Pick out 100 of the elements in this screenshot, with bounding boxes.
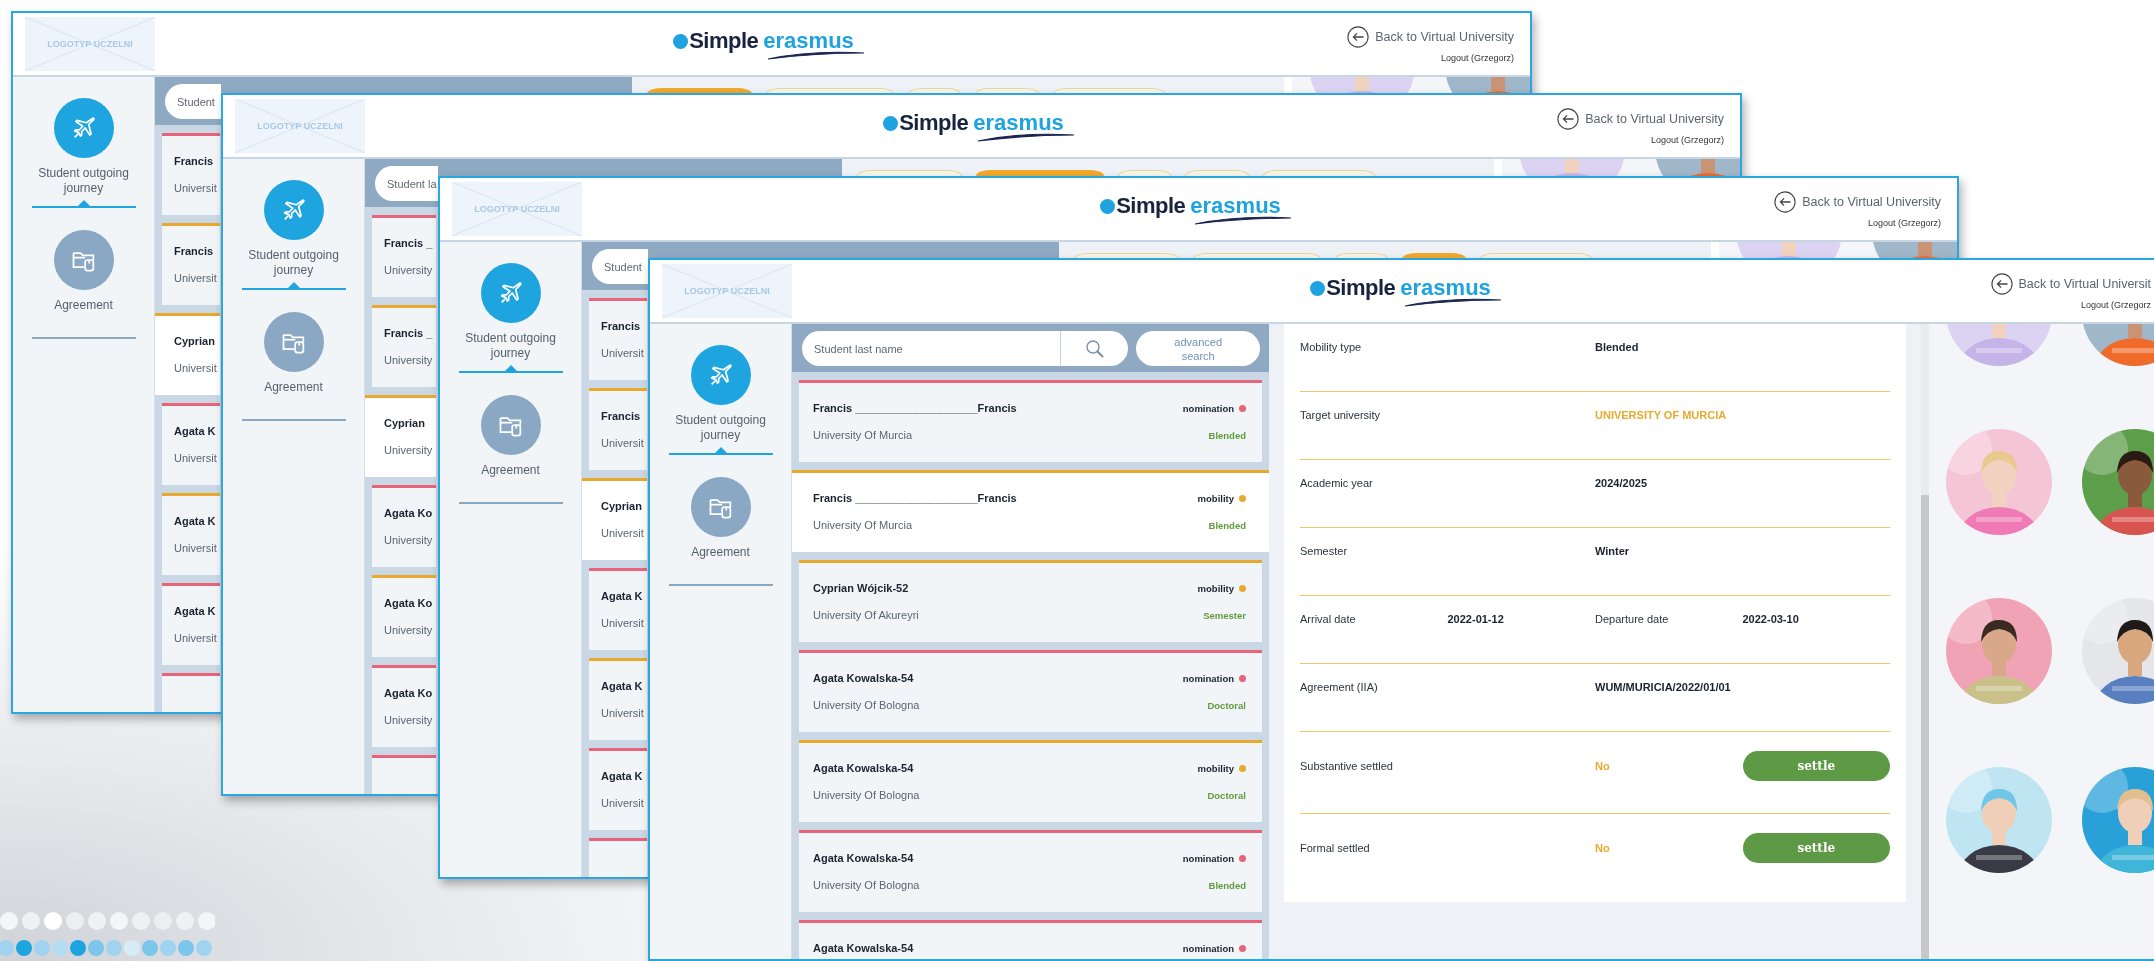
university-name: Universit xyxy=(174,362,217,374)
back-link[interactable]: Back to Virtual University xyxy=(1774,190,1941,213)
nav-item[interactable]: Agreement xyxy=(241,312,346,421)
student-card[interactable]: Cyprian Universit xyxy=(582,478,647,560)
status-label: mobility xyxy=(1197,762,1234,774)
status-dot xyxy=(1239,584,1246,592)
student-name: Francis xyxy=(174,245,214,257)
logo-dot-icon xyxy=(1100,198,1116,214)
student-card[interactable]: Agata Kowalska-54 nomination xyxy=(799,920,1262,959)
logo-dot-icon xyxy=(673,33,689,49)
brand-first-word: Simple xyxy=(689,28,759,54)
nav-item[interactable]: Student outgoing journey xyxy=(668,345,773,455)
search-field[interactable]: Student xyxy=(165,84,221,119)
student-card[interactable]: Francis _ University xyxy=(372,305,436,387)
swoosh-icon xyxy=(765,50,866,60)
nav-item[interactable]: Student outgoing journey xyxy=(458,263,563,373)
student-card[interactable]: Agata Kowalska-54 nomination University Of Bologna Doctoral xyxy=(799,650,1262,732)
field-label: Academic year xyxy=(1300,476,1374,490)
mobility-type-label: Blended xyxy=(1208,429,1246,441)
university-name: University xyxy=(384,444,433,456)
university-name: University Of Bologna xyxy=(813,699,920,711)
search-button[interactable] xyxy=(1059,331,1129,366)
student-card[interactable]: Francis ____________________Francis nomination University Of Murcia Blended xyxy=(799,380,1262,462)
caret-icon xyxy=(287,282,300,288)
university-name: University xyxy=(384,714,433,726)
status-label: nomination xyxy=(1182,942,1234,954)
student-name: Agata Kowalska-54 xyxy=(813,942,914,954)
brand-second-word: erasmus xyxy=(1400,275,1491,301)
nav-item[interactable]: Student outgoing journey xyxy=(31,98,136,208)
student-card[interactable]: Cyprian University xyxy=(365,395,436,477)
field-value: 2022-03-10 xyxy=(1742,612,1800,626)
search-field[interactable]: Student la xyxy=(375,166,438,201)
student-card[interactable]: Francis Universit xyxy=(162,223,220,305)
logout-link[interactable]: Logout (Grzegorz xyxy=(2080,299,2151,310)
back-link[interactable]: Back to Virtual University xyxy=(1557,107,1724,130)
brand-second-word: erasmus xyxy=(1190,193,1281,219)
nav-item[interactable]: Agreement xyxy=(31,230,136,339)
brand-first-word: Simple xyxy=(1326,275,1396,301)
status-label: nomination xyxy=(1182,672,1234,684)
nav-item[interactable]: Student outgoing journey xyxy=(241,180,346,290)
field-value: No xyxy=(1595,841,1611,855)
student-card[interactable]: Francis Universit xyxy=(589,388,647,470)
swoosh-icon xyxy=(1402,297,1503,307)
student-card[interactable]: Cyprian Wójcik-52 mobility University Of Akureyri Semester xyxy=(799,560,1262,642)
university-name: University Of Bologna xyxy=(813,879,920,891)
student-card[interactable]: Agata Ko University xyxy=(372,665,436,747)
logout-link[interactable]: Logout (Grzegorz) xyxy=(1867,217,1941,228)
nav-item[interactable]: Agreement xyxy=(668,477,773,586)
university-name: Universit xyxy=(601,617,644,629)
nav-item[interactable]: Agreement xyxy=(458,395,563,504)
mobility-type-label: Blended xyxy=(1208,519,1246,531)
student-card[interactable]: Francis _ University xyxy=(372,215,436,297)
field-label: Target university xyxy=(1300,408,1382,422)
university-name: University Of Murcia xyxy=(813,519,913,531)
filter-tab[interactable] xyxy=(976,170,1104,176)
student-card[interactable]: Agata K Universit xyxy=(162,493,220,575)
student-name: Cyprian xyxy=(174,335,215,347)
field-value: Blended xyxy=(1595,340,1640,354)
status-dot xyxy=(1239,494,1246,502)
status-label: nomination xyxy=(1182,402,1234,414)
student-card[interactable]: Agata K Universit xyxy=(589,568,647,650)
brand-second-word: erasmus xyxy=(763,28,854,54)
student-card[interactable]: Agata Kowalska-54 nomination University Of Bologna Blended xyxy=(799,830,1262,912)
search-field[interactable]: Student xyxy=(592,249,648,284)
scrollbar-thumb[interactable] xyxy=(1921,495,1929,959)
student-card[interactable]: Agata Ko University xyxy=(372,485,436,567)
student-name: Francis _ xyxy=(384,237,433,249)
student-card[interactable]: Cyprian Universit xyxy=(155,313,220,395)
student-card[interactable]: Agata K Universit xyxy=(589,658,647,740)
student-name: Agata Ko xyxy=(384,687,433,699)
swoosh-icon xyxy=(975,132,1076,142)
student-name: Agata Ko xyxy=(384,597,433,609)
logout-link[interactable]: Logout (Grzegorz) xyxy=(1650,134,1724,145)
student-card[interactable]: Agata Ko University xyxy=(372,575,436,657)
logout-link[interactable]: Logout (Grzegorz) xyxy=(1440,52,1514,63)
student-name: Cyprian xyxy=(384,417,425,429)
university-name: Universit xyxy=(174,542,217,554)
student-name: Agata K xyxy=(601,680,643,692)
logo-dot-icon xyxy=(883,115,899,131)
student-card[interactable]: Francis Universit xyxy=(162,133,220,215)
university-name: University Of Bologna xyxy=(813,789,920,801)
status-label: nomination xyxy=(1182,852,1234,864)
student-card[interactable]: Agata Kowalska-54 mobility University Of Bologna Doctoral xyxy=(799,740,1262,822)
university-name: Universit xyxy=(174,182,217,194)
student-name: Agata K xyxy=(601,590,643,602)
search-icon xyxy=(1084,338,1105,359)
student-card[interactable]: Francis ____________________Francis mobility University Of Murcia Blended xyxy=(792,470,1269,552)
student-card[interactable]: Agata K Universit xyxy=(162,583,220,665)
student-name: Cyprian Wójcik-52 xyxy=(813,582,909,594)
field-value: WUM/MURICIA/2022/01/01 xyxy=(1595,680,1732,694)
back-link[interactable]: Back to Virtual University xyxy=(1347,25,1514,48)
student-card[interactable]: Agata K Universit xyxy=(589,748,647,830)
field-value: 2022-01-12 xyxy=(1447,612,1505,626)
student-card[interactable]: Agata K Universit xyxy=(162,403,220,485)
status-dot xyxy=(1239,944,1246,952)
filter-tab[interactable] xyxy=(1263,170,1375,176)
back-link[interactable]: Back to Virtual Universit xyxy=(1990,272,2151,295)
search-field[interactable]: Student last name xyxy=(802,331,1060,366)
status-dot xyxy=(1239,764,1246,772)
student-card[interactable]: Francis Universit xyxy=(589,298,647,380)
